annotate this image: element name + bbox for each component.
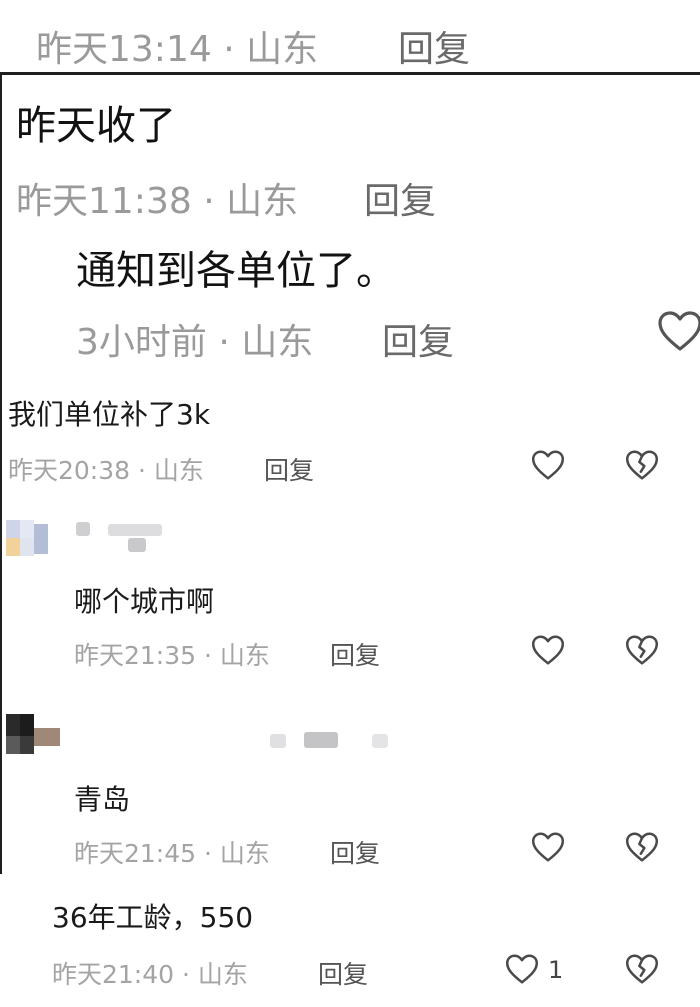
heart-outline-icon[interactable] xyxy=(504,952,540,986)
comment-2-time: 昨天21:35 · 山东 xyxy=(74,641,270,670)
comment-1-time: 昨天20:38 · 山东 xyxy=(8,456,204,485)
comment-b-reply-button[interactable]: 回复 xyxy=(382,313,454,365)
broken-heart-icon[interactable] xyxy=(624,633,660,667)
comment-4-text: 36年工龄，550 xyxy=(52,901,254,934)
comment-a-text: 昨天收了 xyxy=(16,103,176,149)
comment-1-text: 我们单位补了3k xyxy=(8,398,211,431)
username-blurred xyxy=(304,732,338,748)
divider-vertical xyxy=(0,74,2,874)
broken-heart-icon[interactable] xyxy=(624,952,660,986)
comment-3-text: 青岛 xyxy=(74,783,131,816)
username-blurred xyxy=(108,524,162,536)
comment-1-reply-button[interactable]: 回复 xyxy=(264,451,314,487)
comment-a-time: 昨天11:38 · 山东 xyxy=(16,181,299,222)
heart-outline-icon[interactable] xyxy=(530,633,566,667)
username-blurred xyxy=(270,734,286,748)
avatar[interactable] xyxy=(6,714,62,758)
heart-outline-icon[interactable] xyxy=(530,830,566,864)
username-blurred xyxy=(372,734,388,748)
avatar[interactable] xyxy=(6,520,62,564)
comment-4-time: 昨天21:40 · 山东 xyxy=(52,960,248,989)
like-count: 1 xyxy=(548,956,564,984)
heart-outline-icon[interactable] xyxy=(530,448,566,482)
comment-2-reply-button[interactable]: 回复 xyxy=(330,636,380,672)
top-comment-time: 昨天13:14 · 山东 xyxy=(36,29,319,70)
comment-4-reply-button[interactable]: 回复 xyxy=(318,955,368,991)
broken-heart-icon[interactable] xyxy=(624,448,660,482)
broken-heart-icon[interactable] xyxy=(624,830,660,864)
heart-outline-icon[interactable] xyxy=(656,308,700,354)
comment-a-reply-button[interactable]: 回复 xyxy=(364,172,436,224)
comment-3-reply-button[interactable]: 回复 xyxy=(330,834,380,870)
comment-2-text: 哪个城市啊 xyxy=(74,585,215,618)
comment-b-time: 3小时前 · 山东 xyxy=(76,322,314,363)
divider xyxy=(0,72,700,75)
username-blurred xyxy=(76,522,90,536)
top-reply-button[interactable]: 回复 xyxy=(398,20,470,72)
username-blurred xyxy=(128,538,146,552)
comment-3-time: 昨天21:45 · 山东 xyxy=(74,839,270,868)
comment-b-text: 通知到各单位了。 xyxy=(76,248,396,294)
